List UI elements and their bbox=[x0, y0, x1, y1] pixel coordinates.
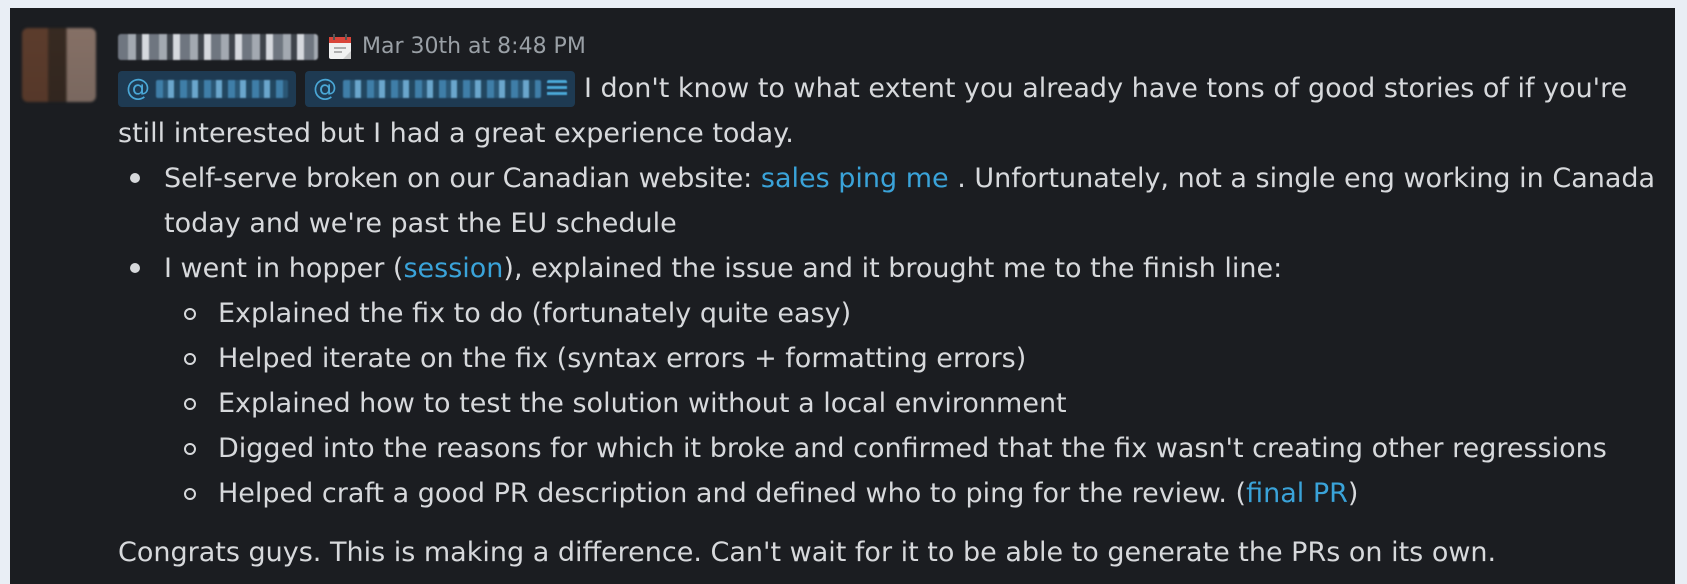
mention-status-icon bbox=[547, 79, 567, 98]
bullet-dot bbox=[130, 263, 140, 273]
sender-name-redacted[interactable] bbox=[118, 34, 318, 60]
message-header: Mar 30th at 8:48 PM bbox=[118, 32, 586, 62]
sub-list-item: Digged into the reasons for which it bro… bbox=[118, 426, 1658, 471]
intro-text: I don't know to what extent you already … bbox=[584, 73, 1628, 104]
chat-message: Mar 30th at 8:48 PM @ @ I don't know to … bbox=[10, 8, 1675, 584]
sub-item-text: Explained how to test the solution witho… bbox=[218, 388, 1067, 419]
user-mention[interactable]: @ bbox=[118, 70, 296, 107]
sub-list-item: Explained how to test the solution witho… bbox=[118, 381, 1658, 426]
chat-window: Mar 30th at 8:48 PM @ @ I don't know to … bbox=[10, 8, 1675, 584]
list-item: Self-serve broken on our Canadian websit… bbox=[118, 156, 1658, 246]
user-mention[interactable]: @ bbox=[305, 70, 575, 107]
mention-at-symbol: @ bbox=[126, 74, 150, 102]
session-link[interactable]: session bbox=[403, 253, 503, 284]
message-timestamp[interactable]: Mar 30th at 8:48 PM bbox=[362, 32, 586, 62]
bullet-text: I went in hopper ( bbox=[164, 253, 404, 284]
bullet-circle bbox=[184, 488, 196, 500]
bullet-list: Self-serve broken on our Canadian websit… bbox=[118, 156, 1658, 291]
sub-item-text: Helped iterate on the fix (syntax errors… bbox=[218, 343, 1027, 374]
sub-bullet-list: Explained the fix to do (fortunately qui… bbox=[118, 291, 1658, 516]
intro-text-continued: still interested but I had a great exper… bbox=[118, 118, 794, 149]
sub-list-item: Helped craft a good PR description and d… bbox=[118, 471, 1658, 516]
sub-item-text: Helped craft a good PR description and d… bbox=[218, 478, 1247, 509]
sub-list-item: Explained the fix to do (fortunately qui… bbox=[118, 291, 1658, 336]
sub-item-text: Explained the fix to do (fortunately qui… bbox=[218, 298, 852, 329]
avatar[interactable] bbox=[22, 28, 96, 102]
mention-name-redacted bbox=[156, 79, 288, 98]
message-body: @ @ I don't know to what extent you alre… bbox=[118, 66, 1658, 575]
bullet-text: today and we're past the EU schedule bbox=[164, 208, 677, 239]
intro-line: @ @ I don't know to what extent you alre… bbox=[118, 66, 1658, 111]
sales-ping-link[interactable]: sales ping me bbox=[761, 163, 949, 194]
bullet-dot bbox=[130, 173, 140, 183]
bullet-circle bbox=[184, 353, 196, 365]
bullet-circle bbox=[184, 443, 196, 455]
mention-name-redacted bbox=[343, 79, 541, 98]
list-item: I went in hopper (session), explained th… bbox=[118, 246, 1658, 291]
bullet-text: Self-serve broken on our Canadian websit… bbox=[164, 163, 761, 194]
calendar-emoji-icon bbox=[328, 34, 352, 60]
closing-paragraph: Congrats guys. This is making a differen… bbox=[118, 537, 1497, 568]
sub-item-text: Digged into the reasons for which it bro… bbox=[218, 433, 1607, 464]
mention-at-symbol: @ bbox=[313, 74, 337, 102]
bullet-text: ), explained the issue and it brought me… bbox=[503, 253, 1283, 284]
bullet-circle bbox=[184, 398, 196, 410]
final-pr-link[interactable]: final PR bbox=[1246, 478, 1348, 509]
bullet-circle bbox=[184, 308, 196, 320]
sub-item-text: ) bbox=[1347, 478, 1359, 509]
sub-list-item: Helped iterate on the fix (syntax errors… bbox=[118, 336, 1658, 381]
bullet-text: . Unfortunately, not a single eng workin… bbox=[948, 163, 1656, 194]
